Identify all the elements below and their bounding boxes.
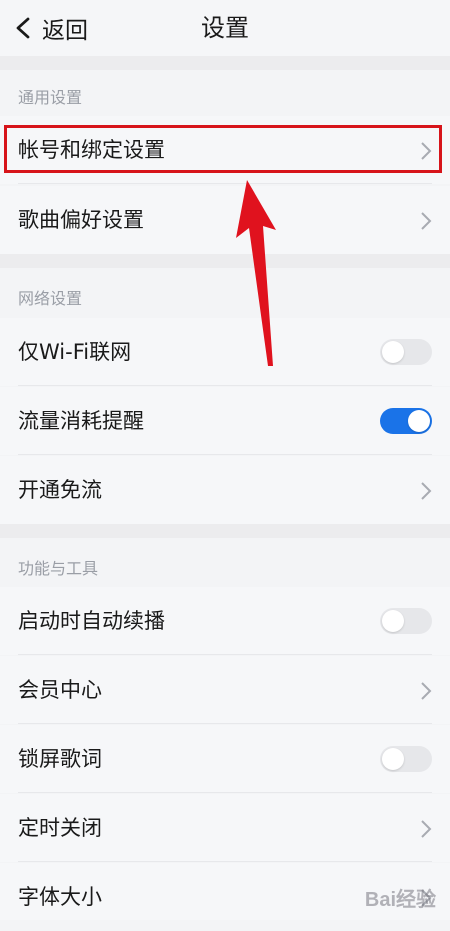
highlight-box <box>4 125 442 173</box>
row-data-usage-reminder[interactable]: 流量消耗提醒 <box>0 387 450 455</box>
section-separator <box>0 524 450 538</box>
divider <box>18 861 432 862</box>
row-label: 会员中心 <box>18 678 102 702</box>
row-label: 锁屏歌词 <box>18 747 102 771</box>
row-auto-resume[interactable]: 启动时自动续播 <box>0 587 450 655</box>
row-song-preferences[interactable]: 歌曲偏好设置 <box>0 186 450 254</box>
toggle-knob <box>382 341 404 363</box>
section-separator <box>0 254 450 268</box>
auto-resume-toggle[interactable] <box>380 608 432 634</box>
row-label: 开通免流 <box>18 478 102 502</box>
row-wifi-only[interactable]: 仅Wi-Fi联网 <box>0 318 450 386</box>
row-label: 流量消耗提醒 <box>18 409 144 433</box>
watermark: Bai经验 <box>364 889 436 911</box>
page-title: 设置 <box>201 14 249 42</box>
divider <box>18 385 432 386</box>
row-sleep-timer[interactable]: 定时关闭 <box>0 794 450 862</box>
divider <box>18 183 432 184</box>
divider <box>18 654 432 655</box>
row-label: 仅Wi-Fi联网 <box>18 340 132 364</box>
toggle-knob <box>382 748 404 770</box>
data-usage-reminder-toggle[interactable] <box>380 408 432 434</box>
section-label-general: 通用设置 <box>18 88 83 107</box>
wifi-only-toggle[interactable] <box>380 339 432 365</box>
row-label: 字体大小 <box>18 885 102 909</box>
lockscreen-lyrics-toggle[interactable] <box>380 746 432 772</box>
row-vip-center[interactable]: 会员中心 <box>0 656 450 724</box>
divider <box>18 723 432 724</box>
row-label: 歌曲偏好设置 <box>18 208 144 232</box>
chevron-right-icon <box>421 820 432 838</box>
row-lockscreen-lyrics[interactable]: 锁屏歌词 <box>0 725 450 793</box>
row-free-data[interactable]: 开通免流 <box>0 456 450 524</box>
row-label: 启动时自动续播 <box>18 609 165 633</box>
toggle-knob <box>408 410 430 432</box>
divider <box>18 792 432 793</box>
divider <box>18 454 432 455</box>
section-label-tools: 功能与工具 <box>18 559 99 578</box>
chevron-right-icon <box>421 212 432 230</box>
header-bar: 返回 设置 <box>0 0 450 56</box>
chevron-right-icon <box>421 482 432 500</box>
chevron-right-icon <box>421 682 432 700</box>
section-separator <box>0 56 450 70</box>
toggle-knob <box>382 610 404 632</box>
row-label: 定时关闭 <box>18 816 102 840</box>
section-label-network: 网络设置 <box>18 289 83 308</box>
